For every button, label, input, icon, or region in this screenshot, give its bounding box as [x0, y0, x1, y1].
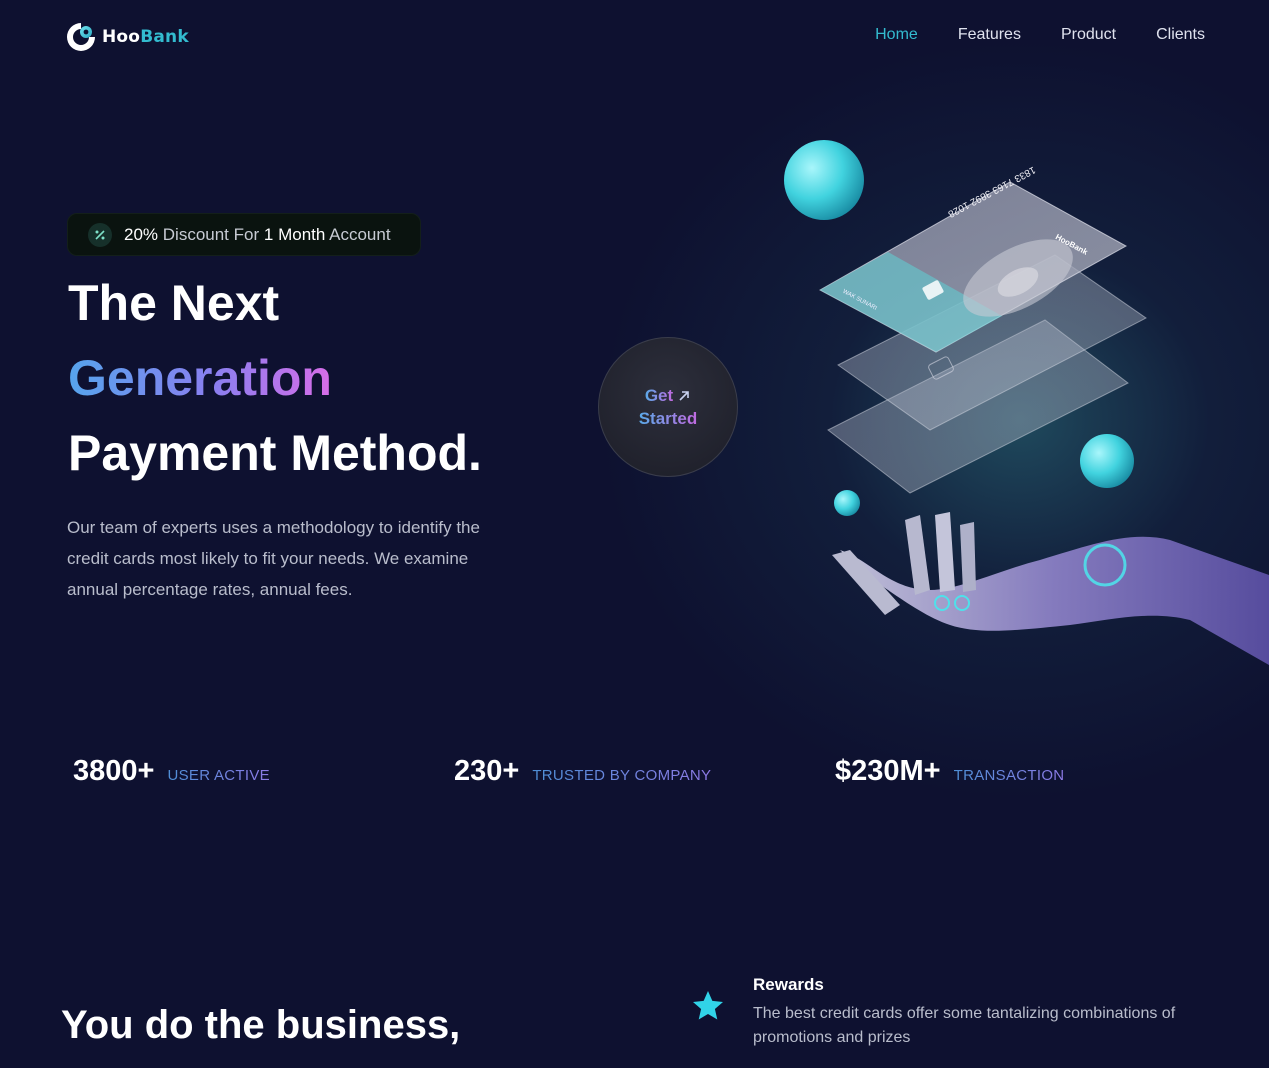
hero-title-line-3: Payment Method.: [68, 425, 482, 481]
get-started-button[interactable]: Get Started: [598, 337, 738, 477]
sphere-small: [834, 490, 860, 516]
logo[interactable]: HooBank: [64, 20, 189, 54]
logo-text: HooBank: [102, 27, 189, 47]
page: HooBank Home Features Product Clients 20…: [0, 0, 1269, 1068]
arrow-up-right-icon: [679, 390, 689, 401]
stat-label: USER ACTIVE: [167, 767, 270, 784]
stat-value: 3800+: [73, 755, 155, 787]
discount-dim-3: Account: [329, 224, 391, 244]
hero-illustration: 1833 7163 3892 1028 WAK SUNARI HooBank: [784, 140, 1269, 665]
discount-strong-1: 20%: [124, 224, 159, 244]
get-started-line-1: Get: [644, 386, 674, 405]
logo-text-bank: Bank: [140, 27, 189, 47]
sphere-medium: [1080, 434, 1134, 488]
discount-dim-2: Month: [278, 224, 326, 244]
hero-description: Our team of experts uses a methodology t…: [67, 518, 480, 599]
sphere-large: [784, 140, 864, 220]
stat-label: TRANSACTION: [953, 767, 1065, 784]
robot-hand: [832, 512, 1269, 665]
percent-icon: [88, 222, 112, 247]
stat-value: 230+: [454, 755, 520, 787]
star-icon: [693, 991, 723, 1020]
logo-icon: [67, 23, 95, 51]
logo-text-hoo: Hoo: [102, 27, 141, 47]
nav-home[interactable]: Home: [875, 26, 918, 44]
stat-value: $230M+: [835, 755, 941, 787]
nav-features[interactable]: Features: [958, 26, 1021, 44]
nav-product[interactable]: Product: [1061, 26, 1116, 44]
main-nav: Home Features Product Clients: [875, 26, 1205, 44]
stat-label: TRUSTED BY COMPANY: [532, 767, 712, 784]
discount-dim-1: Discount For: [162, 224, 260, 244]
nav-clients[interactable]: Clients: [1156, 26, 1205, 44]
discount-strong-2: 1: [263, 224, 274, 244]
stat-user-active: 3800+ USER ACTIVE: [73, 755, 270, 788]
discount-badge: 20% Discount For 1 Month Account: [67, 213, 421, 256]
business-heading: You do the business,: [61, 1003, 461, 1047]
hero-title-line-2: Generation: [68, 350, 332, 406]
stat-trusted-by-company: 230+ TRUSTED BY COMPANY: [454, 755, 711, 788]
feature-description: The best credit cards offer some tantali…: [753, 1005, 1176, 1046]
discount-text: 20% Discount For 1 Month Account: [124, 225, 391, 245]
hero-title-line-1: The Next: [68, 275, 280, 331]
stat-transaction: $230M+ TRANSACTION: [835, 755, 1064, 788]
get-started-line-2: Started: [638, 409, 698, 428]
feature-title: Rewards: [753, 975, 824, 994]
